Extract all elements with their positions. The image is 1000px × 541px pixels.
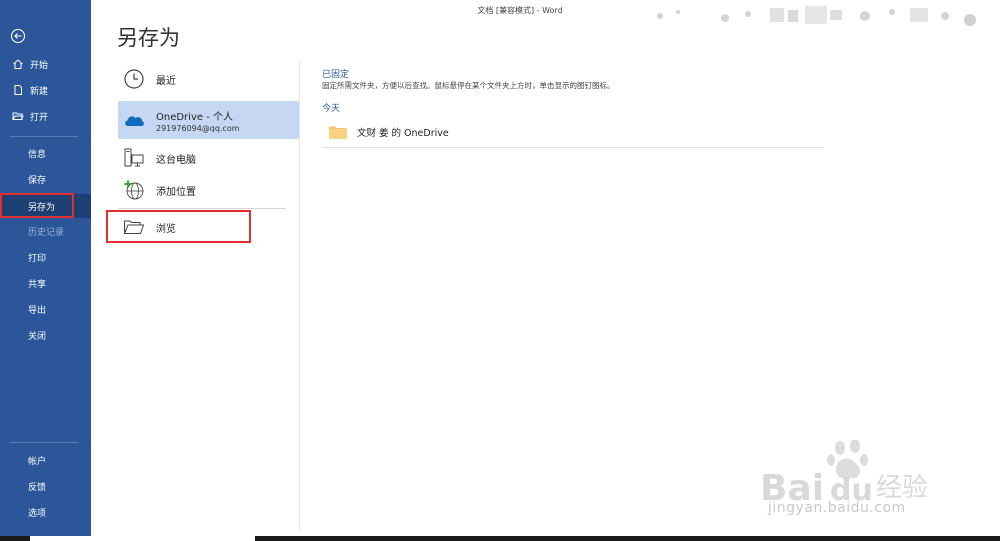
new-doc-icon xyxy=(12,84,24,96)
sidebar-item-close[interactable]: 关闭 xyxy=(0,323,91,347)
sidebar-item-feedback[interactable]: 反馈 xyxy=(0,474,91,498)
today-section-title: 今天 xyxy=(322,104,341,114)
location-label: OneDrive - 个人 xyxy=(156,111,233,123)
backstage-sidebar: 开始 新建 打开 信息 保存 另存为 历史记录 打印 共享 导出 关闭 帐户 反… xyxy=(0,0,91,536)
sidebar-item-label: 关闭 xyxy=(28,331,47,342)
sidebar-divider xyxy=(10,442,78,443)
sidebar-item-options[interactable]: 选项 xyxy=(0,500,91,524)
sidebar-item-label: 选项 xyxy=(28,508,47,519)
back-arrow-icon[interactable] xyxy=(10,28,26,44)
sidebar-item-export[interactable]: 导出 xyxy=(0,297,91,321)
sidebar-item-label: 导出 xyxy=(28,305,47,316)
location-recent[interactable]: 最近 xyxy=(118,61,300,97)
sidebar-item-label: 反馈 xyxy=(28,482,47,493)
open-folder-icon xyxy=(12,110,24,122)
title-decoration-icon xyxy=(657,6,976,26)
column-divider xyxy=(299,60,300,530)
sidebar-item-save[interactable]: 保存 xyxy=(0,167,91,191)
home-icon xyxy=(12,58,24,70)
sidebar-divider xyxy=(10,136,78,137)
clock-icon xyxy=(122,67,146,91)
watermark-url: jingyan.baidu.com xyxy=(768,500,906,516)
sidebar-item-info[interactable]: 信息 xyxy=(0,141,91,165)
sidebar-item-home[interactable]: 开始 xyxy=(0,52,91,76)
pinned-section-description: 固定所需文件夹，方便以后查找。鼠标悬停在某个文件夹上方时，单击显示的图钉图标。 xyxy=(322,81,615,90)
location-onedrive[interactable]: OneDrive - 个人 291976094@qq.com xyxy=(118,101,300,139)
sidebar-item-label: 帐户 xyxy=(28,456,47,467)
location-add-place[interactable]: 添加位置 xyxy=(118,172,300,208)
sidebar-item-history: 历史记录 xyxy=(0,219,91,243)
taskbar-strip xyxy=(0,536,1000,541)
onedrive-cloud-icon xyxy=(122,108,146,132)
highlight-box-save-as xyxy=(0,193,74,218)
folder-label: 文财 姜 的 OneDrive xyxy=(357,127,449,139)
add-location-icon xyxy=(122,178,146,202)
word-backstage-window: 开始 新建 打开 信息 保存 另存为 历史记录 打印 共享 导出 关闭 帐户 反… xyxy=(0,0,1000,541)
sidebar-item-label: 共享 xyxy=(28,279,47,290)
sidebar-item-label: 信息 xyxy=(28,149,47,160)
sidebar-item-new[interactable]: 新建 xyxy=(0,78,91,102)
sidebar-item-account[interactable]: 帐户 xyxy=(0,448,91,472)
pinned-section-title: 已固定 xyxy=(322,70,350,80)
watermark-cn-text: 经验 xyxy=(876,473,928,503)
save-locations-list: 最近 OneDrive - 个人 291976094@qq.com 这台电脑 添… xyxy=(106,60,300,530)
sidebar-item-label: 打印 xyxy=(28,253,47,264)
location-account-email: 291976094@qq.com xyxy=(156,123,240,133)
sidebar-item-share[interactable]: 共享 xyxy=(0,271,91,295)
sidebar-item-label: 打开 xyxy=(30,112,49,123)
sidebar-item-label: 历史记录 xyxy=(28,227,65,238)
computer-icon xyxy=(122,146,146,170)
folder-icon xyxy=(329,125,347,139)
page-title: 另存为 xyxy=(117,26,180,50)
sidebar-item-label: 新建 xyxy=(30,86,49,97)
location-label: 这台电脑 xyxy=(156,154,196,166)
location-label: 添加位置 xyxy=(156,186,196,198)
sidebar-item-print[interactable]: 打印 xyxy=(0,245,91,269)
sidebar-item-open[interactable]: 打开 xyxy=(0,104,91,128)
location-this-pc[interactable]: 这台电脑 xyxy=(118,140,300,176)
location-label: 最近 xyxy=(156,75,176,87)
sidebar-item-label: 开始 xyxy=(30,60,49,71)
highlight-box-browse xyxy=(106,210,251,243)
sidebar-item-label: 保存 xyxy=(28,175,47,186)
taskbar-segment xyxy=(30,536,255,541)
folder-list-item[interactable]: 文财 姜 的 OneDrive xyxy=(322,116,824,148)
window-title: 文档 [兼容模式] - Word xyxy=(477,6,563,15)
